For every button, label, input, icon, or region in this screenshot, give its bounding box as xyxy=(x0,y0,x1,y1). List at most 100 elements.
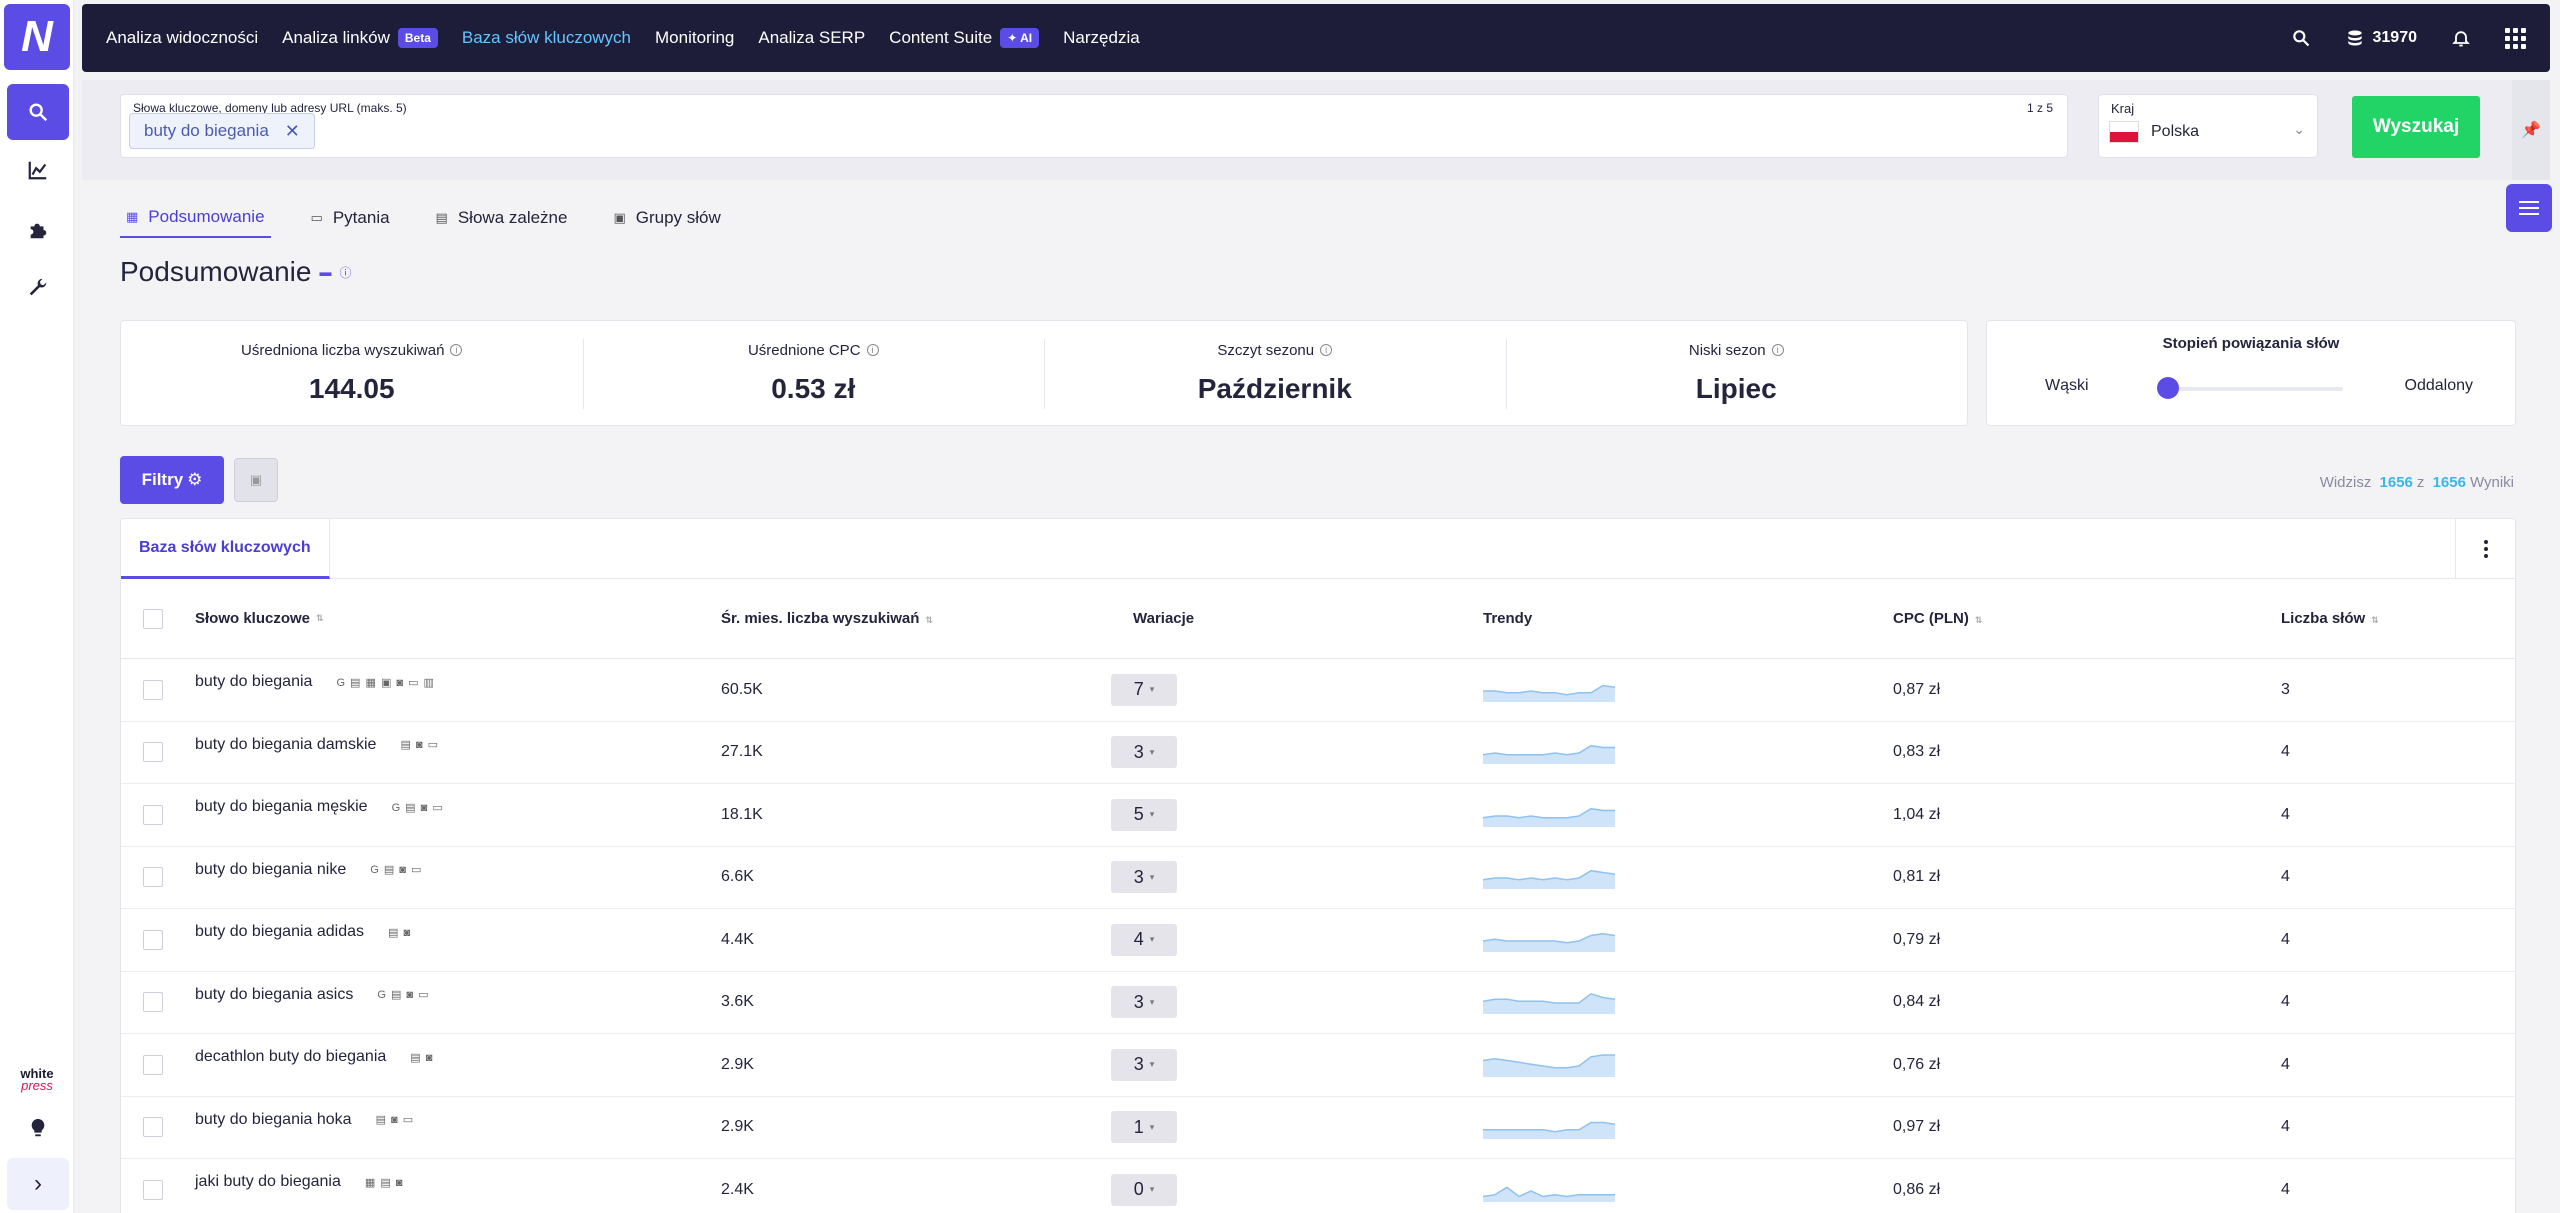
keyword-text[interactable]: buty do biegania damskie xyxy=(195,736,376,754)
pin-icon[interactable]: 📌 xyxy=(2512,80,2550,180)
search-button[interactable]: Wyszukaj xyxy=(2352,96,2480,158)
left-rail: N white press › xyxy=(0,0,74,1213)
row-checkbox[interactable] xyxy=(143,1054,163,1075)
keyword-text[interactable]: buty do biegania adidas xyxy=(195,923,364,941)
keyword-cell[interactable]: buty do biegania G ▤ ▦ ▣ ◙ ▭ ▥ xyxy=(195,673,435,691)
app-logo[interactable]: N xyxy=(4,4,70,70)
lightbulb-icon[interactable] xyxy=(7,1098,69,1158)
filters-button[interactable]: Filtry ⚙ xyxy=(120,456,224,504)
variations-dropdown[interactable]: 3 ▾ xyxy=(1111,736,1177,769)
close-icon[interactable]: ✕ xyxy=(285,121,300,142)
nav-keyword-database[interactable]: Baza słów kluczowych xyxy=(462,28,631,48)
keyword-cell[interactable]: buty do biegania nike G ▤ ◙ ▭ xyxy=(195,861,422,879)
apps-grid-icon[interactable] xyxy=(2505,27,2526,49)
tab-keyword-database[interactable]: Baza słów kluczowych xyxy=(121,519,330,579)
keyword-text[interactable]: buty do biegania xyxy=(195,673,312,691)
col-cpc[interactable]: CPC (PLN) ⇅ xyxy=(1893,610,1982,627)
row-checkbox[interactable] xyxy=(143,867,163,888)
table-row[interactable]: buty do biegania G ▤ ▦ ▣ ◙ ▭ ▥ 60.5K 7 ▾ … xyxy=(121,659,2515,722)
nav-content-suite[interactable]: Content Suite ✦ AI xyxy=(889,28,1040,48)
keyword-text[interactable]: buty do biegania hoka xyxy=(195,1111,352,1129)
keyword-cell[interactable]: buty do biegania damskie ▤ ◙ ▭ xyxy=(195,736,439,754)
keyword-input[interactable]: Słowa kluczowe, domeny lub adresy URL (m… xyxy=(120,94,2068,158)
keyword-text[interactable]: jaki buty do biegania xyxy=(195,1173,341,1191)
volume-cell: 4.4K xyxy=(721,930,754,948)
info-icon[interactable]: i xyxy=(450,344,463,356)
keyword-text[interactable]: buty do biegania asics xyxy=(195,986,353,1004)
bell-icon[interactable] xyxy=(2451,28,2471,48)
wrench-icon[interactable] xyxy=(7,260,69,316)
relation-slider-handle[interactable] xyxy=(2157,377,2179,399)
table-row[interactable]: buty do biegania nike G ▤ ◙ ▭ 6.6K 3 ▾ 0,… xyxy=(121,847,2515,909)
info-icon[interactable]: i xyxy=(1320,344,1333,356)
trend-sparkline xyxy=(1483,684,1615,702)
table-row[interactable]: jaki buty do biegania ▦ ▤ ◙ 2.4K 0 ▾ 0,86… xyxy=(121,1159,2515,1213)
variations-dropdown[interactable]: 1 ▾ xyxy=(1111,1111,1177,1144)
cpc-cell: 0,76 zł xyxy=(1893,1055,1941,1073)
variations-dropdown[interactable]: 5 ▾ xyxy=(1111,798,1177,831)
relation-slider-track[interactable] xyxy=(2163,387,2343,391)
search-icon[interactable] xyxy=(2291,28,2311,48)
row-checkbox[interactable] xyxy=(143,929,163,950)
nav-tools[interactable]: Narzędzia xyxy=(1063,28,1140,48)
keyword-text[interactable]: buty do biegania nike xyxy=(195,861,346,879)
variations-dropdown[interactable]: 3 ▾ xyxy=(1111,1048,1177,1081)
keyword-text[interactable]: decathlon buty do biegania xyxy=(195,1048,386,1066)
variations-dropdown[interactable]: 3 ▾ xyxy=(1111,861,1177,894)
tab-related-words[interactable]: ▤ Słowa zależne xyxy=(430,198,574,238)
keyword-cell[interactable]: buty do biegania hoka ▤ ◙ ▭ xyxy=(195,1111,414,1129)
table-row[interactable]: buty do biegania adidas ▤ ◙ 4.4K 4 ▾ 0,79… xyxy=(121,909,2515,972)
more-options-icon[interactable] xyxy=(2455,519,2515,579)
country-select[interactable]: Kraj Polska ⌄ xyxy=(2098,94,2318,158)
row-checkbox[interactable] xyxy=(143,679,163,700)
keyword-text[interactable]: buty do biegania męskie xyxy=(195,798,368,816)
variations-count: 0 xyxy=(1133,1179,1144,1200)
variations-dropdown[interactable]: 7 ▾ xyxy=(1111,673,1177,706)
sliders-icon: ⚙ xyxy=(187,470,203,489)
variations-dropdown[interactable]: 3 ▾ xyxy=(1111,986,1177,1019)
keyword-cell[interactable]: buty do biegania adidas ▤ ◙ xyxy=(195,923,411,941)
keyword-chip[interactable]: buty do biegania ✕ xyxy=(129,113,315,149)
table-row[interactable]: buty do biegania hoka ▤ ◙ ▭ 2.9K 1 ▾ 0,97… xyxy=(121,1097,2515,1159)
nav-visibility-analysis[interactable]: Analiza widoczności xyxy=(106,28,258,48)
col-volume[interactable]: Śr. mies. liczba wyszukiwań ⇅ xyxy=(721,610,933,627)
row-checkbox[interactable] xyxy=(143,1179,163,1200)
keyword-cell[interactable]: jaki buty do biegania ▦ ▤ ◙ xyxy=(195,1173,403,1191)
expand-sidebar-button[interactable]: › xyxy=(7,1158,69,1210)
whitepress-logo[interactable]: white press xyxy=(16,1067,58,1092)
variations-dropdown[interactable]: 4 ▾ xyxy=(1111,923,1177,956)
info-icon[interactable]: ⓘ xyxy=(339,264,351,281)
keyword-cell[interactable]: decathlon buty do biegania ▤ ◙ xyxy=(195,1048,433,1066)
keyword-cell[interactable]: buty do biegania męskie G ▤ ◙ ▭ xyxy=(195,798,444,816)
row-checkbox[interactable] xyxy=(143,1117,163,1138)
video-icon[interactable]: ▬ xyxy=(319,265,331,279)
keyword-cell[interactable]: buty do biegania asics G ▤ ◙ ▭ xyxy=(195,986,429,1004)
info-icon[interactable]: i xyxy=(866,344,879,356)
select-all-checkbox[interactable] xyxy=(143,608,163,629)
variations-dropdown[interactable]: 0 ▾ xyxy=(1111,1173,1177,1206)
chat-icon: ▭ xyxy=(310,210,323,225)
tab-summary[interactable]: ▦ Podsumowanie xyxy=(120,198,271,238)
col-keyword[interactable]: Słowo kluczowe ⇅ xyxy=(195,610,324,627)
volume-cell: 2.9K xyxy=(721,1118,754,1136)
nav-link-analysis[interactable]: Analiza linków Beta xyxy=(282,28,438,48)
menu-icon[interactable] xyxy=(2506,184,2552,232)
nav-monitoring[interactable]: Monitoring xyxy=(655,28,734,48)
row-checkbox[interactable] xyxy=(143,742,163,763)
search-icon[interactable] xyxy=(7,84,69,140)
table-row[interactable]: buty do biegania asics G ▤ ◙ ▭ 3.6K 3 ▾ 0… xyxy=(121,972,2515,1034)
tab-word-groups[interactable]: ▣ Grupy słów xyxy=(607,198,726,238)
save-icon[interactable]: ▣ xyxy=(234,458,278,502)
table-row[interactable]: buty do biegania damskie ▤ ◙ ▭ 27.1K 3 ▾ … xyxy=(121,722,2515,784)
nav-serp-analysis[interactable]: Analiza SERP xyxy=(758,28,865,48)
row-checkbox[interactable] xyxy=(143,804,163,825)
info-icon[interactable]: i xyxy=(1771,344,1784,356)
puzzle-icon[interactable] xyxy=(7,202,69,258)
col-word-count[interactable]: Liczba słów ⇅ xyxy=(2281,610,2379,627)
credits-counter[interactable]: 31970 xyxy=(2345,28,2417,48)
table-row[interactable]: buty do biegania męskie G ▤ ◙ ▭ 18.1K 5 ▾… xyxy=(121,784,2515,847)
chart-icon[interactable] xyxy=(7,142,69,198)
tab-questions[interactable]: ▭ Pytania xyxy=(305,198,396,238)
row-checkbox[interactable] xyxy=(143,992,163,1013)
table-row[interactable]: decathlon buty do biegania ▤ ◙ 2.9K 3 ▾ 0… xyxy=(121,1034,2515,1097)
